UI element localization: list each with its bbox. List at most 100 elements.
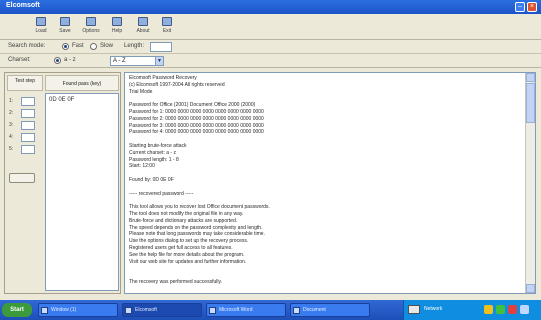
taskbar-item-label: Window (1) xyxy=(51,307,77,313)
step-input[interactable] xyxy=(21,121,35,130)
output-line: Password length: 1 - 8 xyxy=(129,156,179,163)
step-row: 5: xyxy=(7,145,43,155)
tray-text: Network xyxy=(424,306,443,312)
minimize-button[interactable]: – xyxy=(515,2,525,12)
scroll-down-button[interactable] xyxy=(526,284,535,293)
search-mode-label: Search mode: xyxy=(8,43,46,49)
step-input[interactable] xyxy=(21,97,35,106)
system-tray: Network xyxy=(403,300,541,320)
output-line: Password for 3: 0000 0000 0000 0000 0000… xyxy=(129,122,264,129)
charset-row: Charset: a - z A - Z ▼ xyxy=(0,54,541,68)
taskbar-item-label: Document xyxy=(303,307,326,313)
output-line: Password for 1: 0000 0000 0000 0000 0000… xyxy=(129,109,264,115)
taskbar-item[interactable]: Document xyxy=(290,303,370,317)
options-button[interactable]: Options xyxy=(80,17,102,39)
step-input[interactable] xyxy=(21,133,35,142)
output-line: Elcomsoft Password Recovery xyxy=(129,75,197,81)
load-label: Load xyxy=(35,28,47,34)
charset-select[interactable]: A - Z ▼ xyxy=(110,56,164,66)
output-line: Password for 4: 0000 0000 0000 0000 0000… xyxy=(129,129,264,136)
step-input[interactable] xyxy=(21,145,35,154)
output-line: Current charset: a - z xyxy=(129,149,176,156)
output-text-area[interactable]: Elcomsoft Password Recovery (c) Elcomsoft… xyxy=(124,72,536,294)
help-button[interactable]: Help xyxy=(106,17,128,39)
network-icon[interactable] xyxy=(408,305,420,314)
output-line: Visit our web site for updates and furth… xyxy=(129,258,247,265)
scroll-up-button[interactable] xyxy=(526,73,535,82)
help-label: Help xyxy=(111,28,123,34)
speaker-icon[interactable] xyxy=(484,305,493,314)
length-input[interactable] xyxy=(150,42,172,52)
vertical-scrollbar[interactable] xyxy=(525,73,535,293)
save-label: Save xyxy=(59,28,71,34)
save-button[interactable]: Save xyxy=(54,17,76,39)
output-line: Brute-force and dictionary attacks are s… xyxy=(129,217,238,224)
toolbar: Load Save Options Help About Exit xyxy=(0,14,541,40)
output-line: Please note that long passwords may take… xyxy=(129,231,265,238)
slow-radio[interactable] xyxy=(90,43,97,50)
close-button[interactable]: × xyxy=(527,2,537,12)
step-button[interactable] xyxy=(9,173,35,183)
steps-box: 1: 2: 3: 4: 5: xyxy=(7,93,43,159)
output-line: The speed depends on the password comple… xyxy=(129,224,263,231)
exit-icon xyxy=(162,17,172,26)
output-line: Start: 12:00 xyxy=(129,163,155,170)
charset-radio[interactable] xyxy=(54,57,61,64)
step-label: 2: xyxy=(9,110,14,116)
save-icon xyxy=(60,17,70,26)
step-row: 3: xyxy=(7,121,43,131)
left-panel: Test step Found pass (key) 1: 2: 3: 4: 5… xyxy=(4,72,121,294)
open-file-icon xyxy=(36,17,46,26)
length-label: Length: xyxy=(124,43,145,49)
about-label: About xyxy=(136,28,150,34)
options-label: Options xyxy=(82,28,100,34)
output-line: (c) Elcomsoft 1997-2004 All rights reser… xyxy=(129,81,225,88)
security-icon[interactable] xyxy=(496,305,505,314)
chevron-down-icon[interactable]: ▼ xyxy=(155,57,163,65)
slow-label: Slow xyxy=(100,43,114,49)
info-icon xyxy=(138,17,148,26)
taskbar-item[interactable]: Window (1) xyxy=(38,303,118,317)
window-title: Elcomsoft xyxy=(6,2,40,9)
step-label: 1: xyxy=(9,98,14,104)
taskbar-item[interactable]: Microsoft Word xyxy=(206,303,286,317)
about-button[interactable]: About xyxy=(132,17,154,39)
output-line: See the help file for more details about… xyxy=(129,251,245,258)
charset-option-label: a - z xyxy=(64,57,76,63)
window-icon xyxy=(293,307,300,314)
fast-radio[interactable] xyxy=(62,43,69,50)
output-line: Password for Office (2001) Document Offi… xyxy=(129,102,256,109)
found-pass-list[interactable]: 0D 0E 0F xyxy=(45,93,119,291)
output-line: Registered users get full access to all … xyxy=(129,245,233,251)
charset-label: Charset: xyxy=(8,57,31,63)
step-input[interactable] xyxy=(21,109,35,118)
exit-label: Exit xyxy=(162,28,172,34)
start-button[interactable]: Start xyxy=(2,303,32,317)
window-icon xyxy=(41,307,48,314)
taskbar-item-label: Elcomsoft xyxy=(135,307,157,313)
alert-icon[interactable] xyxy=(508,305,517,314)
step-row: 4: xyxy=(7,133,43,143)
taskbar-item[interactable]: Elcomsoft xyxy=(122,303,202,317)
scroll-thumb[interactable] xyxy=(526,83,535,123)
output-line: Password for 2: 0000 0000 0000 0000 0000… xyxy=(129,115,264,122)
step-label: 4: xyxy=(9,134,14,140)
output-line: This tool allows you to recover lost Off… xyxy=(129,204,270,211)
list-item[interactable]: 0D 0E 0F xyxy=(49,97,74,103)
title-bar[interactable]: Elcomsoft – × xyxy=(0,0,541,14)
exit-button[interactable]: Exit xyxy=(156,17,178,39)
step-row: 1: xyxy=(7,97,43,107)
taskbar: Start Window (1) Elcomsoft Microsoft Wor… xyxy=(0,300,541,320)
output-line: ----- recovered password ----- xyxy=(129,190,194,197)
step-label: 3: xyxy=(9,122,14,128)
load-button[interactable]: Load xyxy=(30,17,52,39)
clock-icon[interactable] xyxy=(520,305,529,314)
application-window: Elcomsoft – × Load Save Options Help Abo… xyxy=(0,0,541,300)
output-line: Found by: 0D 0E 0F xyxy=(129,177,174,183)
charset-select-value: A - Z xyxy=(113,58,126,64)
help-icon xyxy=(112,17,122,26)
taskbar-item-label: Microsoft Word xyxy=(219,307,253,313)
step-label: 5: xyxy=(9,146,14,152)
output-line: The tool does not modify the original fi… xyxy=(129,211,244,217)
output-line: Trial Mode xyxy=(129,88,153,95)
